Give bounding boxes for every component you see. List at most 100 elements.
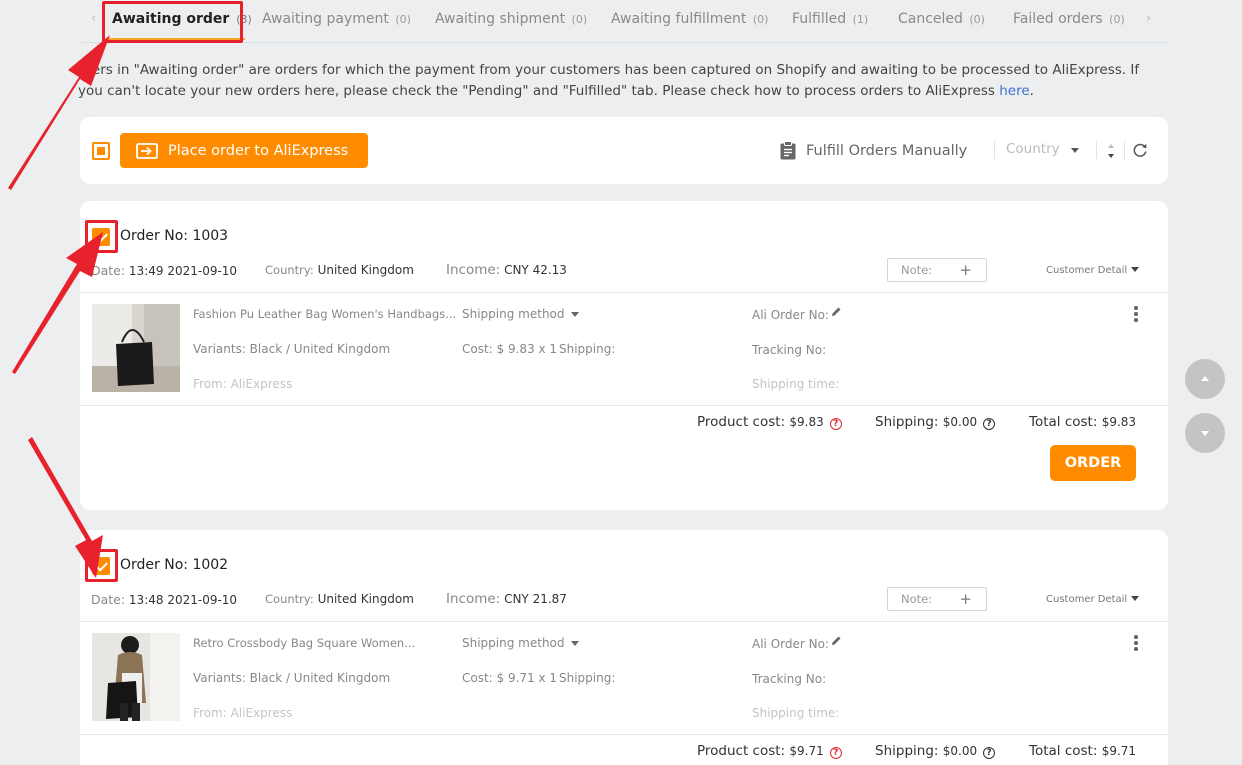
- shipping-cost-value: $0.00: [942, 415, 978, 429]
- import-icon: [136, 142, 158, 159]
- product-cost-label: Product cost:: [697, 743, 786, 759]
- tab-count: (0): [395, 13, 411, 26]
- item-cost: Cost: $ 9.71 x 1: [462, 671, 558, 685]
- toolbar-divider: [994, 141, 995, 159]
- tab-awaiting-fulfillment[interactable]: Awaiting fulfillment (0): [611, 11, 768, 27]
- product-variants: Variants: Black / United Kingdom: [193, 671, 391, 685]
- product-title[interactable]: Retro Crossbody Bag Square Women...: [193, 636, 415, 650]
- scroll-up-button[interactable]: [1185, 359, 1225, 399]
- caret-down-icon: [570, 641, 579, 646]
- help-question-icon[interactable]: ?: [983, 418, 996, 430]
- tab-label: Failed orders: [1013, 11, 1103, 27]
- caret-down-icon[interactable]: [1131, 267, 1139, 272]
- total-cost: Total cost: $9.83: [1029, 414, 1136, 430]
- product-source: From: AliExpress: [193, 377, 293, 391]
- place-order-button[interactable]: Place order to AliExpress: [120, 133, 368, 168]
- shipping-cost-value: $0.00: [942, 744, 978, 758]
- customer-detail-toggle[interactable]: Customer Detail: [1046, 265, 1127, 276]
- product-cost-value: $9.71: [789, 744, 824, 758]
- edit-pencil-icon[interactable]: [830, 635, 842, 647]
- country-value: United Kingdom: [317, 263, 414, 277]
- ali-order-no-label: Ali Order No:: [752, 637, 829, 651]
- country-label: Country:: [265, 263, 314, 277]
- product-title[interactable]: Fashion Pu Leather Bag Women's Handbags.…: [193, 307, 456, 321]
- date-value: 13:49 2021-09-10: [128, 264, 238, 278]
- shipping-method-select[interactable]: Shipping method: [462, 307, 579, 321]
- total-cost-value: $9.71: [1101, 744, 1137, 758]
- clipboard-icon: [780, 141, 796, 160]
- shipping-cost-label: Shipping:: [875, 743, 939, 759]
- help-question-icon[interactable]: ?: [829, 747, 842, 759]
- tabs-scroll-right-icon[interactable]: ›: [1146, 11, 1151, 26]
- product-cost-label: Product cost:: [697, 414, 786, 430]
- orders-toolbar: Place order to AliExpress Fulfill Orders…: [80, 117, 1168, 184]
- order-number: Order No: 1002: [120, 557, 229, 573]
- divider: [80, 734, 1168, 735]
- select-all-checkbox[interactable]: [92, 142, 110, 160]
- divider: [80, 621, 1168, 622]
- total-cost: Total cost: $9.71: [1029, 743, 1136, 759]
- product-cost: Product cost: $9.83?: [697, 414, 842, 430]
- item-cost: Cost: $ 9.83 x 1: [462, 342, 558, 356]
- refresh-icon[interactable]: [1132, 142, 1148, 158]
- tab-label: Fulfilled: [792, 11, 847, 27]
- info-end: .: [1029, 83, 1034, 99]
- tracking-no-label: Tracking No:: [752, 672, 827, 686]
- tab-label: Awaiting fulfillment: [611, 11, 747, 27]
- annotation-highlight-tab: [102, 1, 243, 43]
- note-field[interactable]: Note: +: [887, 587, 987, 611]
- edit-pencil-icon[interactable]: [830, 306, 842, 318]
- product-image: [92, 633, 180, 721]
- caret-down-icon: [1071, 148, 1079, 153]
- income-value: CNY 21.87: [504, 592, 567, 606]
- more-options-icon[interactable]: [1134, 306, 1138, 322]
- caret-down-icon: [1201, 431, 1209, 436]
- item-shipping: Shipping:: [559, 342, 616, 356]
- tab-fulfilled[interactable]: Fulfilled (1): [792, 11, 868, 27]
- tab-awaiting-shipment[interactable]: Awaiting shipment (0): [435, 11, 587, 27]
- annotation-highlight-checkbox: [85, 220, 118, 253]
- help-link[interactable]: here: [999, 83, 1029, 99]
- caret-down-icon: [570, 312, 579, 317]
- more-options-icon[interactable]: [1134, 635, 1138, 651]
- order-date: Date: 13:48 2021-09-10: [91, 592, 237, 607]
- shipping-method-select[interactable]: Shipping method: [462, 636, 579, 650]
- order-date: Date: 13:49 2021-09-10: [91, 263, 237, 278]
- tab-awaiting-payment[interactable]: Awaiting payment (0): [262, 11, 411, 27]
- total-cost-label: Total cost:: [1029, 743, 1098, 759]
- shipping-cost: Shipping: $0.00?: [875, 743, 996, 759]
- income-label: Income:: [446, 262, 501, 278]
- note-label: Note:: [901, 592, 933, 606]
- info-text: rders in "Awaiting order" are orders for…: [78, 60, 1164, 102]
- tab-count: (0): [969, 13, 985, 26]
- shipping-time-label: Shipping time:: [752, 377, 840, 391]
- country-select[interactable]: Country: [1006, 141, 1060, 157]
- help-question-icon[interactable]: ?: [983, 747, 996, 759]
- tab-count: (0): [752, 13, 769, 26]
- total-cost-label: Total cost:: [1029, 414, 1098, 430]
- caret-down-icon[interactable]: [1131, 596, 1139, 601]
- note-label: Note:: [901, 263, 933, 277]
- note-field[interactable]: Note: +: [887, 258, 987, 282]
- tabs-scroll-left-icon[interactable]: ‹: [91, 11, 96, 26]
- tracking-no-label: Tracking No:: [752, 343, 827, 357]
- date-label: Date:: [91, 592, 126, 607]
- fulfill-manually-button[interactable]: Fulfill Orders Manually: [780, 141, 967, 160]
- order-country: Country: United Kingdom: [265, 592, 414, 606]
- product-source: From: AliExpress: [193, 706, 293, 720]
- place-order-label: Place order to AliExpress: [168, 142, 349, 159]
- caret-up-icon: [1201, 376, 1209, 381]
- help-question-icon[interactable]: ?: [829, 418, 842, 430]
- order-income: Income: CNY 21.87: [446, 591, 567, 607]
- tab-failed-orders[interactable]: Failed orders (0): [1013, 11, 1125, 27]
- order-card: Order No: 1002 Date: 13:48 2021-09-10 Co…: [80, 530, 1168, 765]
- add-note-icon[interactable]: +: [959, 588, 972, 610]
- customer-detail-toggle[interactable]: Customer Detail: [1046, 594, 1127, 605]
- item-shipping: Shipping:: [559, 671, 616, 685]
- sort-icon[interactable]: [1106, 141, 1116, 161]
- tab-canceled[interactable]: Canceled (0): [898, 11, 985, 27]
- order-button[interactable]: ORDER: [1050, 445, 1136, 481]
- add-note-icon[interactable]: +: [959, 259, 972, 281]
- scroll-down-button[interactable]: [1185, 413, 1225, 453]
- shipping-cost-label: Shipping:: [875, 414, 939, 430]
